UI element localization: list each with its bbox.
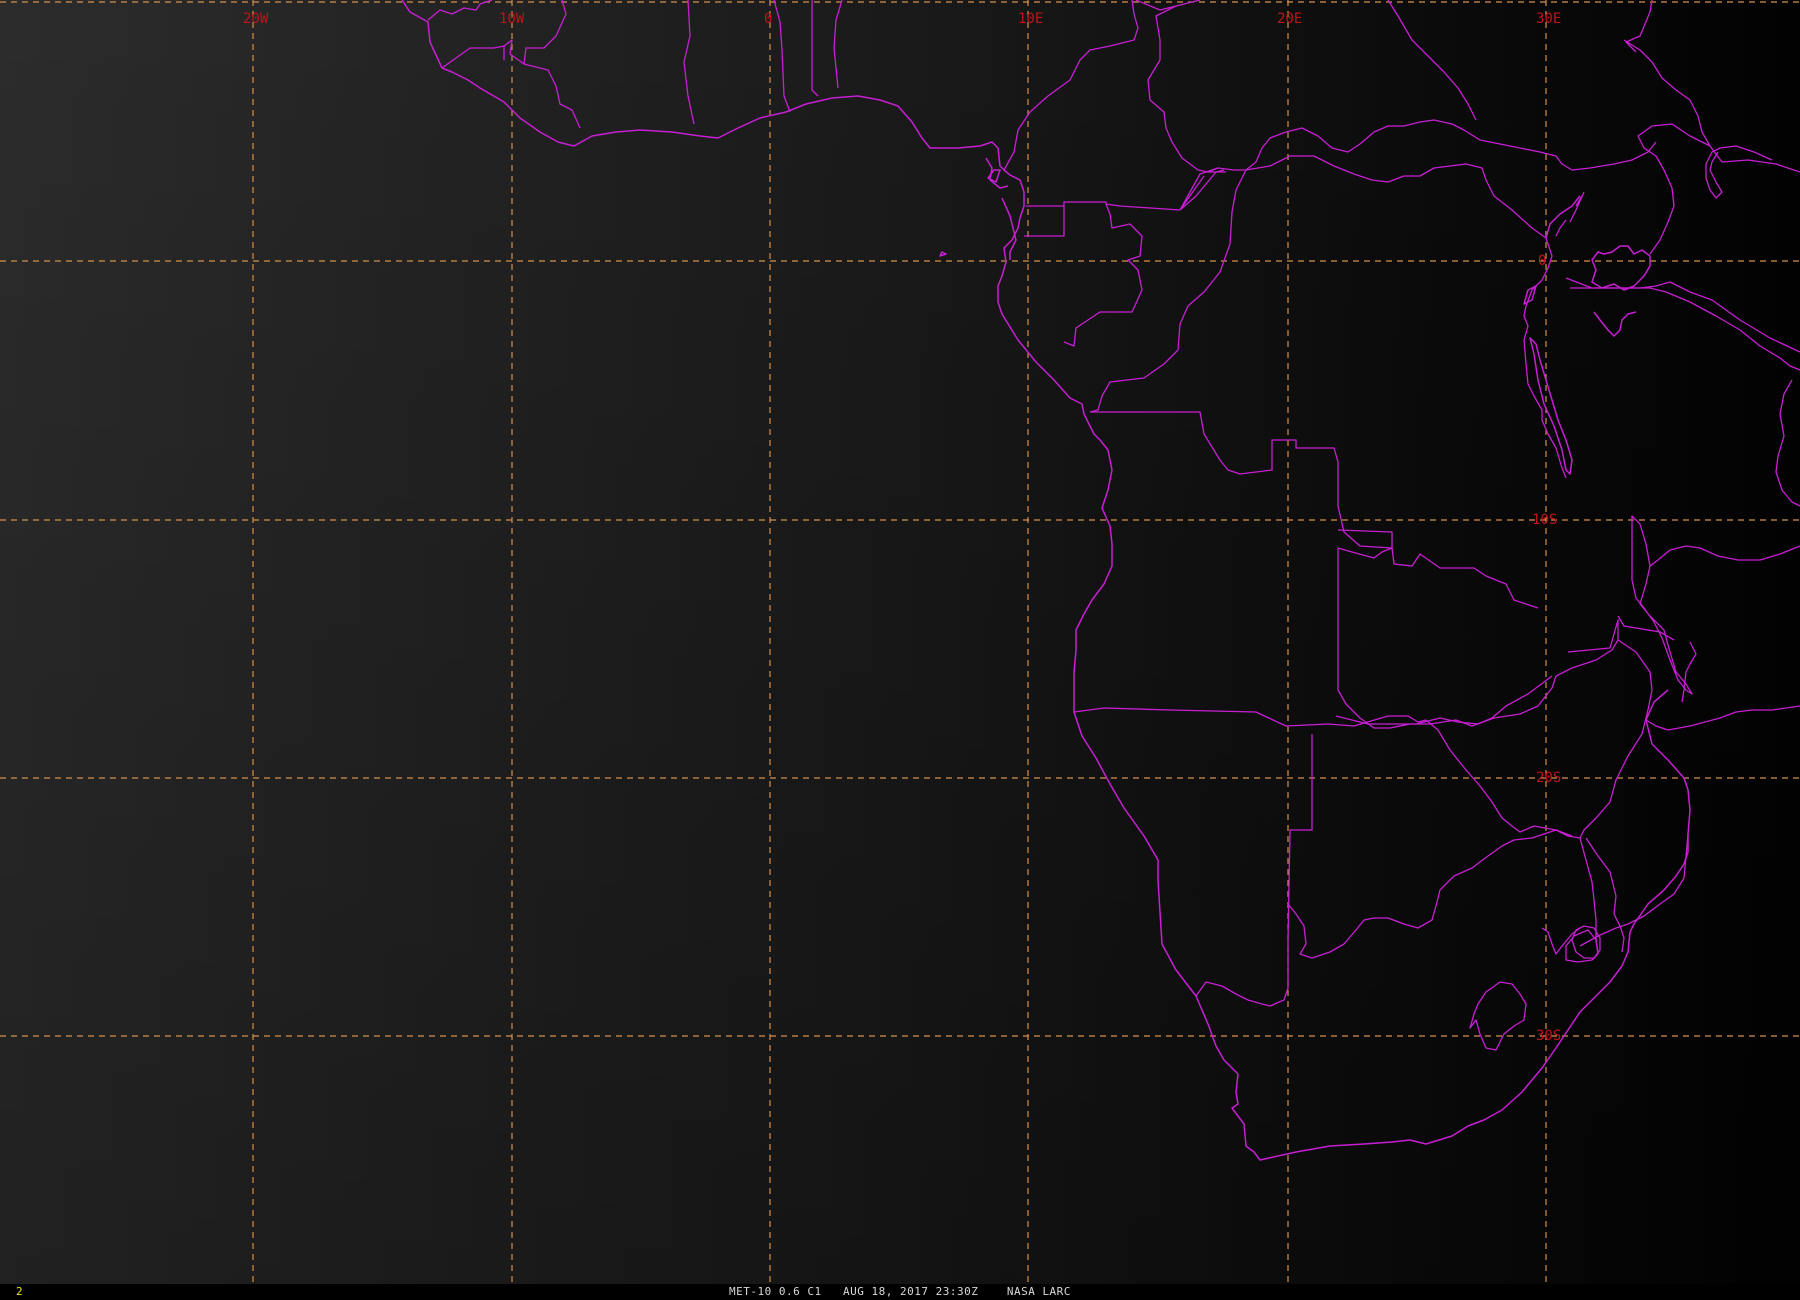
lat-label-30s: 30S bbox=[1536, 1028, 1561, 1044]
lon-label-30e: 30E bbox=[1536, 11, 1561, 27]
lon-label-10e: 10E bbox=[1018, 11, 1043, 27]
lon-label-10w: 10W bbox=[499, 11, 525, 27]
lon-label-0: 0 bbox=[764, 11, 772, 27]
lon-label-20w: 20W bbox=[243, 11, 269, 27]
image-caption: MET-10 0.6 C1 AUG 18, 2017 23:30Z NASA L… bbox=[729, 1285, 1071, 1298]
status-bar: 2 MET-10 0.6 C1 AUG 18, 2017 23:30Z NASA… bbox=[0, 1284, 1800, 1300]
satellite-map: 20W 10W 0 10E 20E 30E 0 10S 20S 30S bbox=[0, 0, 1800, 1284]
lat-label-0: 0 bbox=[1538, 253, 1546, 269]
satellite-image-viewer[interactable]: 20W 10W 0 10E 20E 30E 0 10S 20S 30S 2 ME… bbox=[0, 0, 1800, 1300]
lon-label-20e: 20E bbox=[1277, 11, 1302, 27]
lat-label-20s: 20S bbox=[1536, 770, 1561, 786]
lat-label-10s: 10S bbox=[1532, 512, 1557, 528]
image-shading bbox=[0, 0, 1800, 1284]
